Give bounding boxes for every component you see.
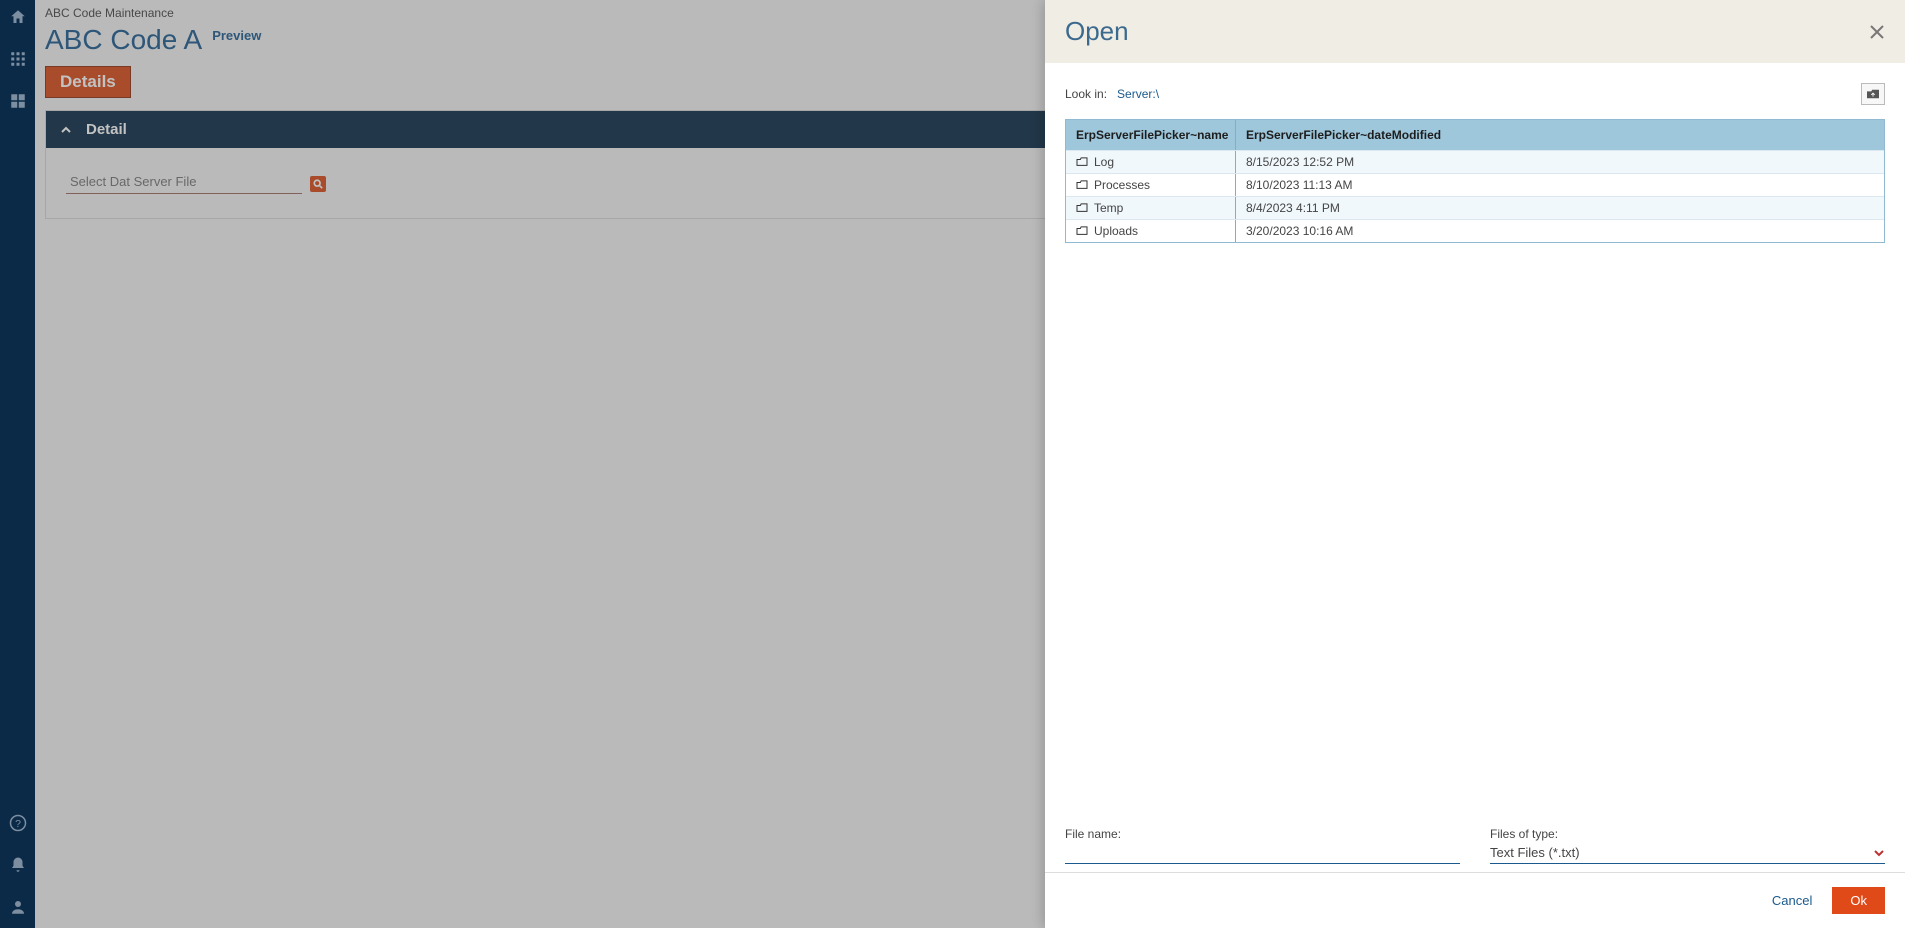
lookin-path[interactable]: Server:\: [1117, 87, 1159, 101]
chevron-down-icon: [1873, 847, 1885, 859]
row-date: 3/20/2023 10:16 AM: [1246, 224, 1353, 238]
folder-icon: [1076, 203, 1088, 213]
apps-grid-icon[interactable]: [9, 50, 27, 68]
home-icon[interactable]: [9, 8, 27, 26]
row-date: 8/15/2023 12:52 PM: [1246, 155, 1354, 169]
modal-header: Open: [1045, 0, 1905, 63]
user-icon[interactable]: [9, 898, 27, 916]
help-icon[interactable]: ?: [9, 814, 27, 832]
row-name: Log: [1094, 155, 1114, 169]
cancel-button[interactable]: Cancel: [1772, 893, 1812, 908]
lookin-label: Look in:: [1065, 87, 1107, 101]
file-type-value: Text Files (*.txt): [1490, 845, 1580, 860]
ok-button[interactable]: Ok: [1832, 887, 1885, 914]
row-name: Temp: [1094, 201, 1123, 215]
file-name-label: File name:: [1065, 827, 1460, 841]
row-date: 8/4/2023 4:11 PM: [1246, 201, 1340, 215]
up-folder-button[interactable]: [1861, 83, 1885, 105]
file-type-select[interactable]: Text Files (*.txt): [1490, 841, 1885, 864]
bell-icon[interactable]: [9, 856, 27, 874]
table-row[interactable]: Log 8/15/2023 12:52 PM: [1066, 150, 1884, 173]
modal-title: Open: [1065, 16, 1129, 47]
app-sidebar: ?: [0, 0, 35, 928]
dashboard-icon[interactable]: [9, 92, 27, 110]
file-table: ErpServerFilePicker~name ErpServerFilePi…: [1065, 119, 1885, 243]
col-header-date[interactable]: ErpServerFilePicker~dateModified: [1236, 120, 1884, 150]
row-name: Processes: [1094, 178, 1150, 192]
svg-text:?: ?: [15, 818, 21, 830]
file-name-input[interactable]: [1065, 845, 1460, 860]
col-header-name[interactable]: ErpServerFilePicker~name: [1066, 120, 1236, 150]
row-date: 8/10/2023 11:13 AM: [1246, 178, 1353, 192]
folder-icon: [1076, 180, 1088, 190]
folder-icon: [1076, 226, 1088, 236]
table-row[interactable]: Temp 8/4/2023 4:11 PM: [1066, 196, 1884, 219]
open-dialog: Open Look in: Server:\ ErpServerFilePick…: [1045, 0, 1905, 928]
file-type-label: Files of type:: [1490, 827, 1885, 841]
row-name: Uploads: [1094, 224, 1138, 238]
folder-up-icon: [1866, 88, 1880, 100]
close-icon[interactable]: [1869, 24, 1885, 40]
table-row[interactable]: Uploads 3/20/2023 10:16 AM: [1066, 219, 1884, 242]
folder-icon: [1076, 157, 1088, 167]
table-row[interactable]: Processes 8/10/2023 11:13 AM: [1066, 173, 1884, 196]
